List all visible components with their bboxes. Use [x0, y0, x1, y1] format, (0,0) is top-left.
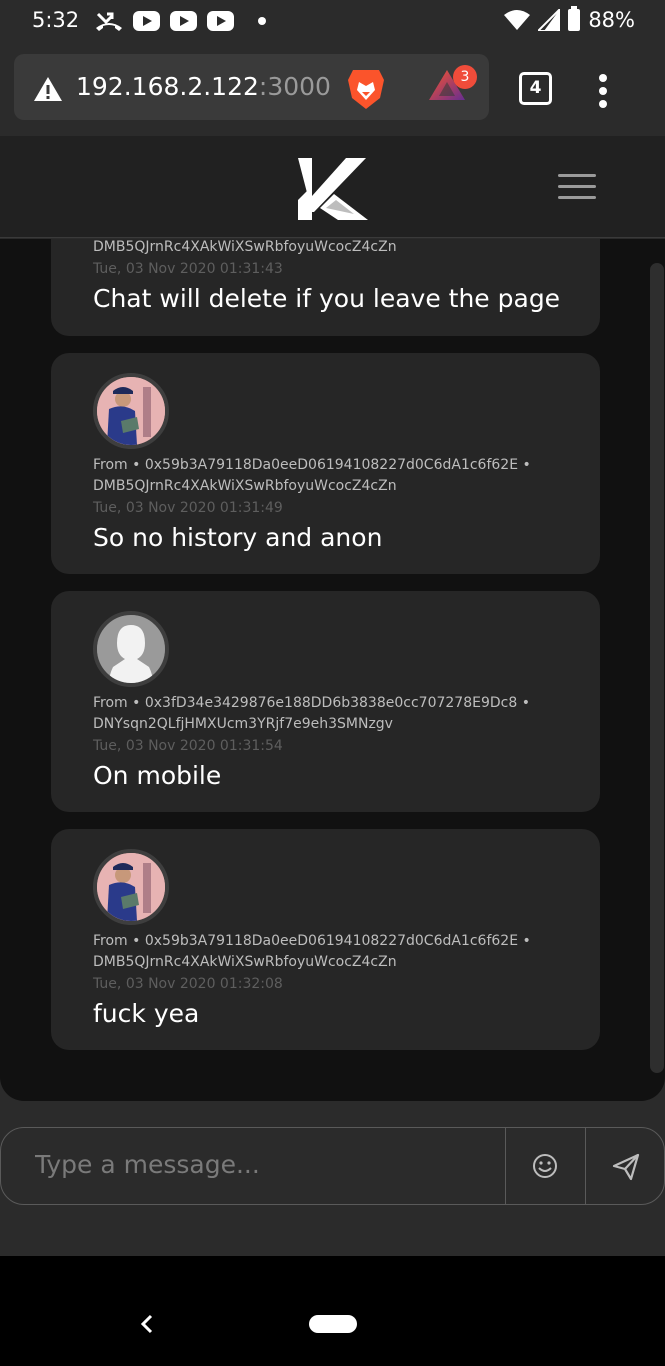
signal-icon [538, 9, 561, 31]
avatar[interactable] [93, 611, 169, 687]
message-time: Tue, 03 Nov 2020 01:32:08 [93, 976, 283, 992]
brave-lion-icon[interactable] [347, 68, 385, 110]
message-from: From • 0x3fD34e3429876e188DD6b3838e0cc70… [93, 695, 530, 711]
message-card: From • 0x3fD34e3429876e188DD6b3838e0cc70… [51, 591, 600, 812]
message-sender: From • 0x59b3A79118Da0eeD06194108227d0C6… [93, 455, 553, 497]
browser-toolbar: 192.168.2.122:3000/ 3 4 [0, 44, 665, 136]
message-time: Tue, 03 Nov 2020 01:31:43 [93, 261, 283, 277]
default-avatar-icon [97, 615, 165, 683]
send-icon[interactable] [611, 1152, 641, 1182]
message-wallet: DMB5QJrnRc4XAkWiXSwRbfoyuWcocZ4cZn [93, 239, 397, 255]
composer-divider [585, 1128, 586, 1204]
status-time: 5:32 [32, 8, 80, 32]
youtube-icon [207, 11, 234, 31]
message-wallet: DNYsqn2QLfjHMXUcm3YRjf7e9eh3SMNzgv [93, 716, 393, 732]
message-composer [0, 1127, 665, 1205]
warning-icon[interactable] [33, 76, 63, 102]
composer-divider [505, 1128, 506, 1204]
url-bar[interactable]: 192.168.2.122:3000/ 3 [14, 54, 489, 120]
more-vert-icon[interactable] [598, 74, 608, 113]
message-text: Chat will delete if you leave the page [93, 284, 561, 313]
message-card: From • 0x59b3A79118Da0eeD06194108227d0C6… [51, 829, 600, 1050]
battery-icon [568, 6, 581, 31]
missed-call-icon [96, 12, 122, 31]
message-from: From • 0x59b3A79118Da0eeD06194108227d0C6… [93, 457, 531, 473]
message-text: fuck yea [93, 999, 200, 1028]
home-pill[interactable] [309, 1315, 357, 1333]
url-host: 192.168.2.122 [76, 72, 259, 101]
app-header [0, 136, 665, 238]
message-sender: From • 0x59b3A79118Da0eeD06194108227d0C6… [93, 931, 553, 973]
wifi-icon [504, 10, 531, 30]
avatar[interactable] [93, 849, 169, 925]
message-wallet: DMB5QJrnRc4XAkWiXSwRbfoyuWcocZ4cZn [93, 954, 397, 970]
dot-icon [258, 17, 266, 25]
message-wallet: DMB5QJrnRc4XAkWiXSwRbfoyuWcocZ4cZn [93, 478, 397, 494]
message-text: So no history and anon [93, 523, 383, 552]
url-text[interactable]: 192.168.2.122:3000/ [76, 72, 330, 101]
url-port: :3000/ [258, 72, 330, 101]
status-bar: 5:32 88% [0, 0, 665, 44]
youtube-icon [170, 11, 197, 31]
battery-percent: 88% [588, 8, 635, 32]
message-card: DMB5QJrnRc4XAkWiXSwRbfoyuWcocZ4cZn Tue, … [51, 239, 600, 336]
back-icon[interactable] [139, 1313, 155, 1335]
rewards-badge: 3 [453, 65, 477, 89]
message-from: From • 0x59b3A79118Da0eeD06194108227d0C6… [93, 933, 531, 949]
avatar-photo-icon [97, 377, 165, 445]
message-input[interactable] [35, 1150, 475, 1179]
youtube-icon [133, 11, 160, 31]
message-time: Tue, 03 Nov 2020 01:31:49 [93, 500, 283, 516]
navigation-bar [0, 1256, 665, 1366]
system-icons: 88% [504, 6, 635, 32]
message-sender: From • 0x3fD34e3429876e188DD6b3838e0cc70… [93, 693, 553, 735]
message-time: Tue, 03 Nov 2020 01:31:54 [93, 738, 283, 754]
emoji-icon[interactable] [531, 1152, 559, 1180]
avatar[interactable] [93, 373, 169, 449]
chat-area[interactable]: DMB5QJrnRc4XAkWiXSwRbfoyuWcocZ4cZn Tue, … [0, 239, 665, 1101]
chat-scrollbar[interactable] [650, 263, 664, 1073]
message-text: On mobile [93, 761, 222, 790]
notification-icons [95, 10, 266, 32]
hamburger-icon[interactable] [558, 174, 596, 207]
k-logo[interactable] [296, 156, 370, 222]
tabs-button[interactable]: 4 [519, 72, 552, 105]
avatar-photo-icon [97, 853, 165, 921]
message-card: From • 0x59b3A79118Da0eeD06194108227d0C6… [51, 353, 600, 574]
